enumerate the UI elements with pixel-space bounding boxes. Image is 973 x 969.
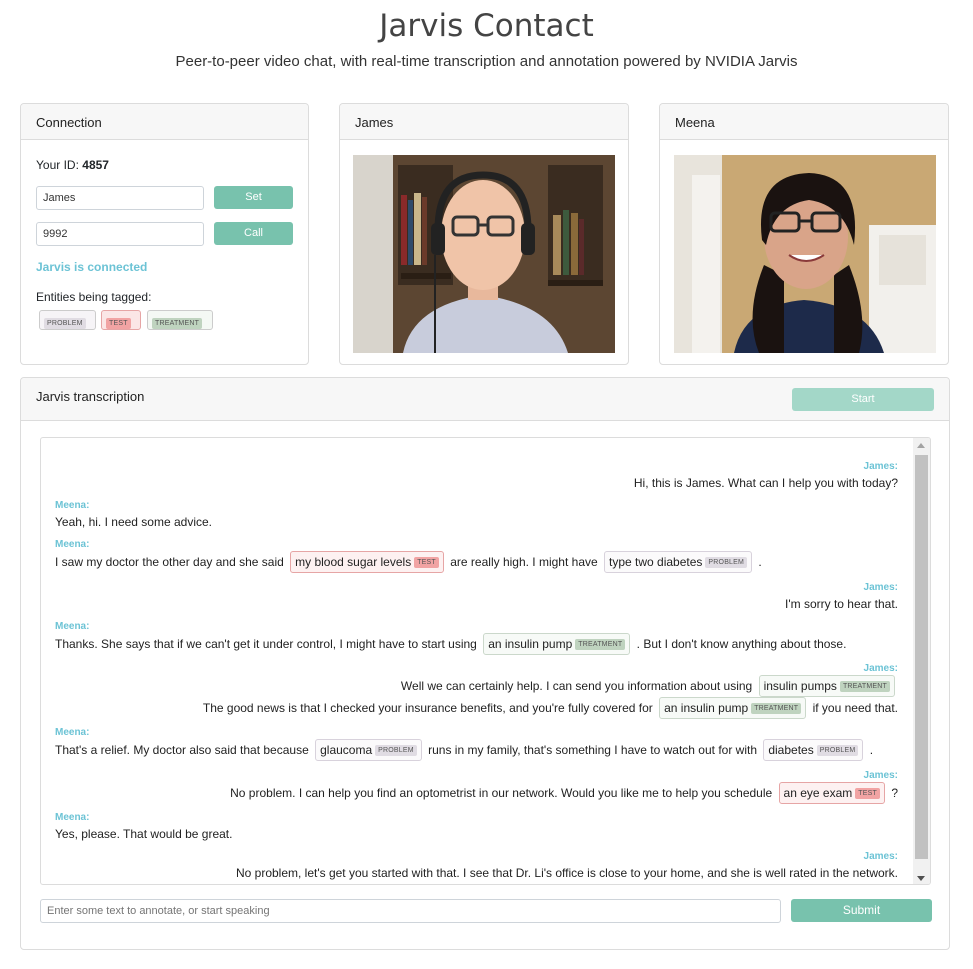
speaker-label: James: [863,851,898,862]
transcript-text: Hi, this is James. What can I help you w… [633,476,898,490]
transcript-text: ? [891,786,898,800]
transcript-text: I saw my doctor the other day and she sa… [55,555,284,569]
page-title: Jarvis Contact [379,8,594,44]
entity-tag-test: TEST [106,318,131,330]
entity-type-tag: PROBLEM [816,745,859,757]
peer-id-input[interactable] [36,222,204,246]
entity-text: type two diabetes [609,555,703,569]
connection-card-title: Connection [21,104,308,140]
speaker-label: Meena: [55,539,90,550]
transcript-text: . But I don't know anything about those. [636,637,847,651]
your-id: Your ID: 4857 [36,158,109,172]
entity-text: my blood sugar levels [295,555,412,569]
entity-filter-problem[interactable]: PROBLEM [39,310,96,330]
entity-text: an eye exam [783,786,853,800]
local-video-title: James [340,104,628,140]
entity-annotation-problem[interactable]: diabetes PROBLEM [763,739,864,761]
entity-type-tag: PROBLEM [705,557,748,569]
entity-type-tag: TEST [855,788,880,800]
transcript-text: Well we can certainly help. I can send y… [400,679,753,693]
set-button[interactable]: Set [214,186,293,209]
local-video-card: James [339,103,629,365]
speaker-label: James: [863,663,898,674]
transcript-line: I saw my doctor the other day and she sa… [55,551,762,573]
transcript-text: if you need that. [812,701,898,715]
speaker-label: Meena: [55,500,90,511]
transcript-text: The good news is that I checked your ins… [202,701,653,715]
transcript-line: I'm sorry to hear that. [785,593,898,615]
entity-annotation-test[interactable]: an eye exam TEST [778,782,885,804]
transcript-line: The good news is that I checked your ins… [203,697,898,719]
transcript-text: Yeah, hi. I need some advice. [55,515,212,529]
entity-text: glaucoma [320,743,373,757]
transcript-line: That's a relief. My doctor also said tha… [55,739,873,761]
transcript-scrollbar[interactable] [913,438,930,884]
transcript-text: That's a relief. My doctor also said tha… [55,743,309,757]
transcript-line: Yeah, hi. I need some advice. [55,511,212,533]
local-video [353,155,615,353]
scrollbar-thumb[interactable] [915,455,928,859]
transcript-text: Yes, please. That would be great. [55,827,233,841]
transcript-text: No problem, let's get you started with t… [235,866,898,880]
speaker-label: Meena: [55,727,90,738]
annotate-text-input[interactable] [40,899,781,923]
transcript-text: Thanks. She says that if we can't get it… [55,637,477,651]
connection-card: Connection Your ID: 4857 Set Call Jarvis… [20,103,309,365]
speaker-label: James: [863,770,898,781]
start-button[interactable]: Start [792,388,934,411]
transcript-text: . [869,743,874,757]
submit-button[interactable]: Submit [791,899,932,922]
transcript-log[interactable]: James: Hi, this is James. What can I help… [40,437,931,885]
transcription-card: Jarvis transcription Start James: Hi, thi… [20,377,950,950]
entity-text: insulin pumps [763,679,837,693]
entity-annotation-problem[interactable]: glaucoma PROBLEM [315,739,422,761]
remote-video-title: Meena [660,104,948,140]
transcript-text: runs in my family, that's something I ha… [428,743,757,757]
entity-text: an insulin pump [664,701,749,715]
entity-tag-treatment: TREATMENT [152,318,203,330]
entity-annotation-test[interactable]: my blood sugar levels TEST [290,551,444,573]
transcript-text: I'm sorry to hear that. [785,597,898,611]
entity-filter-treatment[interactable]: TREATMENT [147,310,213,330]
scroll-up-arrow-icon[interactable] [917,443,925,448]
speaker-label: Meena: [55,812,90,823]
entities-label: Entities being tagged: [36,290,152,304]
transcript-line: Well we can certainly help. I can send y… [401,675,898,697]
entity-text: diabetes [768,743,814,757]
entity-type-tag: TREATMENT [839,681,890,693]
entity-type-tag: TEST [414,557,439,569]
speaker-label: James: [863,582,898,593]
scroll-down-arrow-icon[interactable] [917,876,925,881]
entity-text: an insulin pump [488,637,573,651]
transcript-text: No problem. I can help you find an optom… [230,786,773,800]
transcript-line: No problem, let's get you started with t… [236,862,898,884]
entity-tag-problem: PROBLEM [44,318,86,330]
speaker-label: James: [863,461,898,472]
entity-annotation-treatment[interactable]: an insulin pump TREATMENT [483,633,631,655]
entity-annotation-treatment[interactable]: an insulin pump TREATMENT [659,697,807,719]
transcript-text: are really high. I might have [450,555,598,569]
remote-video [674,155,936,353]
entity-filter-test[interactable]: TEST [101,310,141,330]
entity-annotation-treatment[interactable]: insulin pumps TREATMENT [758,675,895,697]
transcript-line: Thanks. She says that if we can't get it… [55,633,846,655]
transcript-line: No problem. I can help you find an optom… [230,782,898,804]
transcript-text: . [758,555,762,569]
your-id-label: Your ID: [36,158,79,172]
page-subtitle: Peer-to-peer video chat, with real-time … [175,53,798,70]
entity-type-tag: TREATMENT [575,639,626,651]
remote-video-card: Meena [659,103,949,365]
transcript-line: Hi, this is James. What can I help you w… [634,472,898,494]
entity-type-tag: PROBLEM [375,745,417,757]
call-button[interactable]: Call [214,222,293,245]
transcript-line: Yes, please. That would be great. [55,823,232,845]
jarvis-status: Jarvis is connected [36,260,148,274]
entity-annotation-problem[interactable]: type two diabetes PROBLEM [604,551,753,573]
your-id-value: 4857 [82,158,109,172]
entity-type-tag: TREATMENT [751,703,802,715]
speaker-label: Meena: [55,621,90,632]
name-input[interactable] [36,186,204,210]
